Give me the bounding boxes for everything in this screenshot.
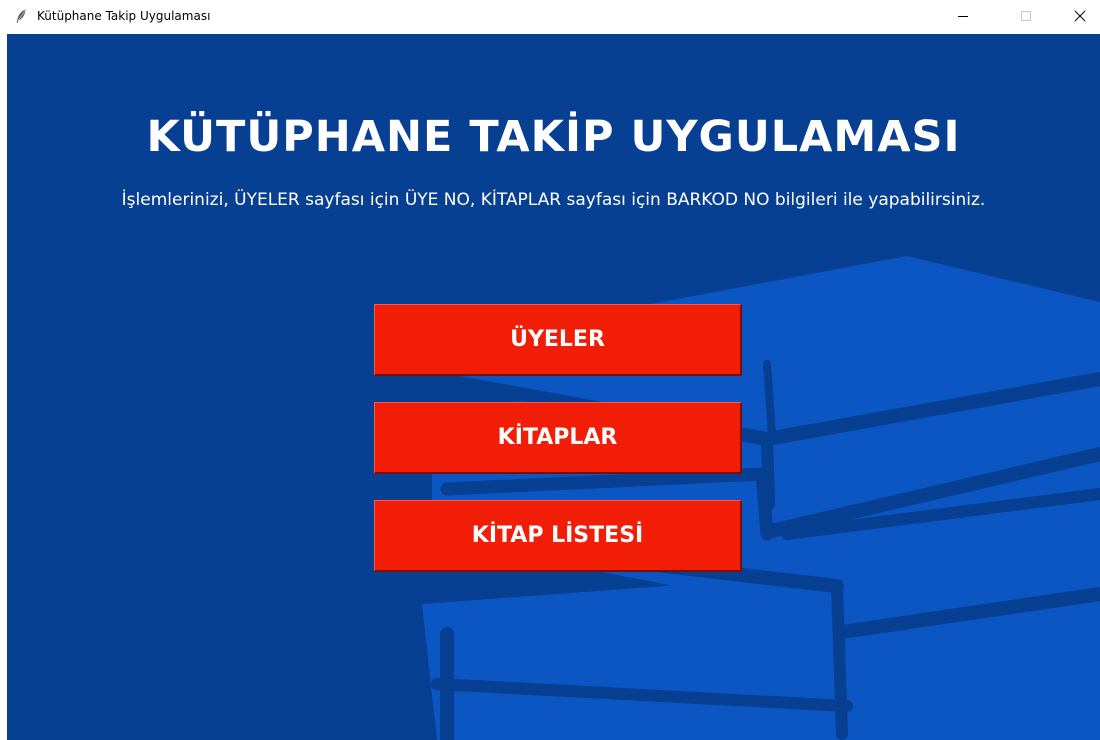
minimize-button[interactable] bbox=[940, 0, 986, 32]
minimize-icon bbox=[958, 16, 968, 17]
members-button[interactable]: ÜYELER bbox=[374, 304, 742, 376]
book-list-button[interactable]: KİTAP LİSTESİ bbox=[374, 500, 742, 572]
books-button[interactable]: KİTAPLAR bbox=[374, 402, 742, 474]
main-panel: KÜTÜPHANE TAKİP UYGULAMASI İşlemlerinizi… bbox=[7, 34, 1100, 740]
title-bar[interactable]: Kütüphane Takip Uygulaması bbox=[0, 0, 1100, 34]
close-icon bbox=[1074, 10, 1086, 22]
window-title: Kütüphane Takip Uygulaması bbox=[37, 9, 211, 23]
maximize-icon bbox=[1021, 11, 1031, 21]
app-window: Kütüphane Takip Uygulaması KÜTÜPHANE TAK… bbox=[0, 0, 1100, 740]
instructions-text: İşlemlerinizi, ÜYELER sayfası için ÜYE N… bbox=[121, 190, 986, 210]
close-button[interactable] bbox=[1057, 0, 1100, 32]
maximize-button[interactable] bbox=[1003, 0, 1049, 32]
page-title: KÜTÜPHANE TAKİP UYGULAMASI bbox=[146, 112, 961, 162]
feather-icon bbox=[16, 9, 26, 23]
